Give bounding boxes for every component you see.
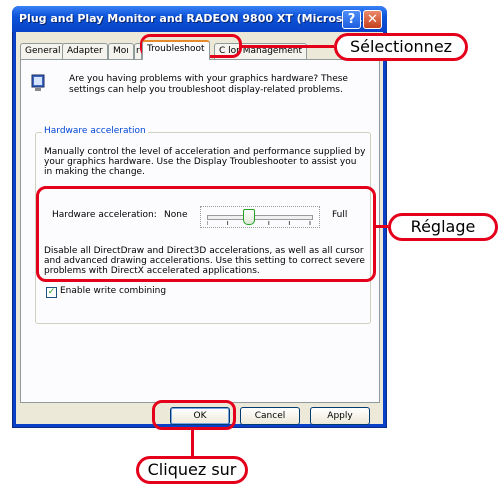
monitor-icon bbox=[31, 74, 45, 91]
click-connector bbox=[191, 430, 194, 458]
click-callout: Cliquez sur bbox=[136, 456, 248, 484]
troubleshoot-panel: Are you having problems with your graphi… bbox=[20, 59, 380, 403]
slider-ticks bbox=[207, 221, 311, 225]
slider-thumb[interactable] bbox=[242, 209, 255, 225]
tab-hidden-partial[interactable]: r bbox=[134, 43, 142, 59]
tab-monitor[interactable]: Moı bbox=[108, 43, 134, 59]
title-bar[interactable]: Plug and Play Monitor and RADEON 9800 XT… bbox=[12, 6, 387, 32]
slider-label: Hardware acceleration: bbox=[52, 210, 157, 220]
intro-text: Are you having problems with your graphi… bbox=[69, 74, 348, 95]
acceleration-slider[interactable] bbox=[200, 206, 320, 228]
close-button[interactable]: ✕ bbox=[363, 10, 382, 29]
help-button[interactable]: ? bbox=[342, 10, 361, 29]
tab-troubleshoot[interactable]: Troubleshoot bbox=[142, 40, 210, 60]
group-label: Hardware acceleration bbox=[42, 126, 148, 136]
slider-max-label: Full bbox=[332, 210, 348, 220]
dialog-window: Plug and Play Monitor and RADEON 9800 XT… bbox=[12, 6, 387, 428]
slider-min-label: None bbox=[164, 210, 188, 220]
slider-track[interactable] bbox=[207, 215, 313, 220]
select-callout: Sélectionnez bbox=[334, 33, 468, 61]
window-title: Plug and Play Monitor and RADEON 9800 XT… bbox=[19, 12, 363, 25]
ok-button[interactable]: OK bbox=[170, 407, 230, 425]
hardware-acceleration-group: Hardware acceleration Manually control t… bbox=[35, 126, 371, 324]
adjust-callout: Réglage bbox=[388, 213, 498, 241]
acceleration-level-description: Disable all DirectDraw and Direct3D acce… bbox=[44, 246, 365, 276]
cancel-button[interactable]: Cancel bbox=[240, 407, 300, 425]
tab-general[interactable]: General bbox=[20, 43, 66, 59]
select-connector bbox=[242, 45, 334, 48]
adjust-connector bbox=[376, 225, 388, 228]
apply-button[interactable]: Apply bbox=[310, 407, 370, 425]
dialog-client: General Adapter Moı r Troubleshoot C lor… bbox=[16, 32, 383, 425]
write-combining-checkbox[interactable]: ✓ bbox=[46, 287, 57, 298]
acceleration-description: Manually control the level of accelerati… bbox=[44, 147, 366, 177]
write-combining-label[interactable]: Enable write combining bbox=[60, 286, 166, 296]
tab-adapter[interactable]: Adapter bbox=[62, 43, 108, 59]
